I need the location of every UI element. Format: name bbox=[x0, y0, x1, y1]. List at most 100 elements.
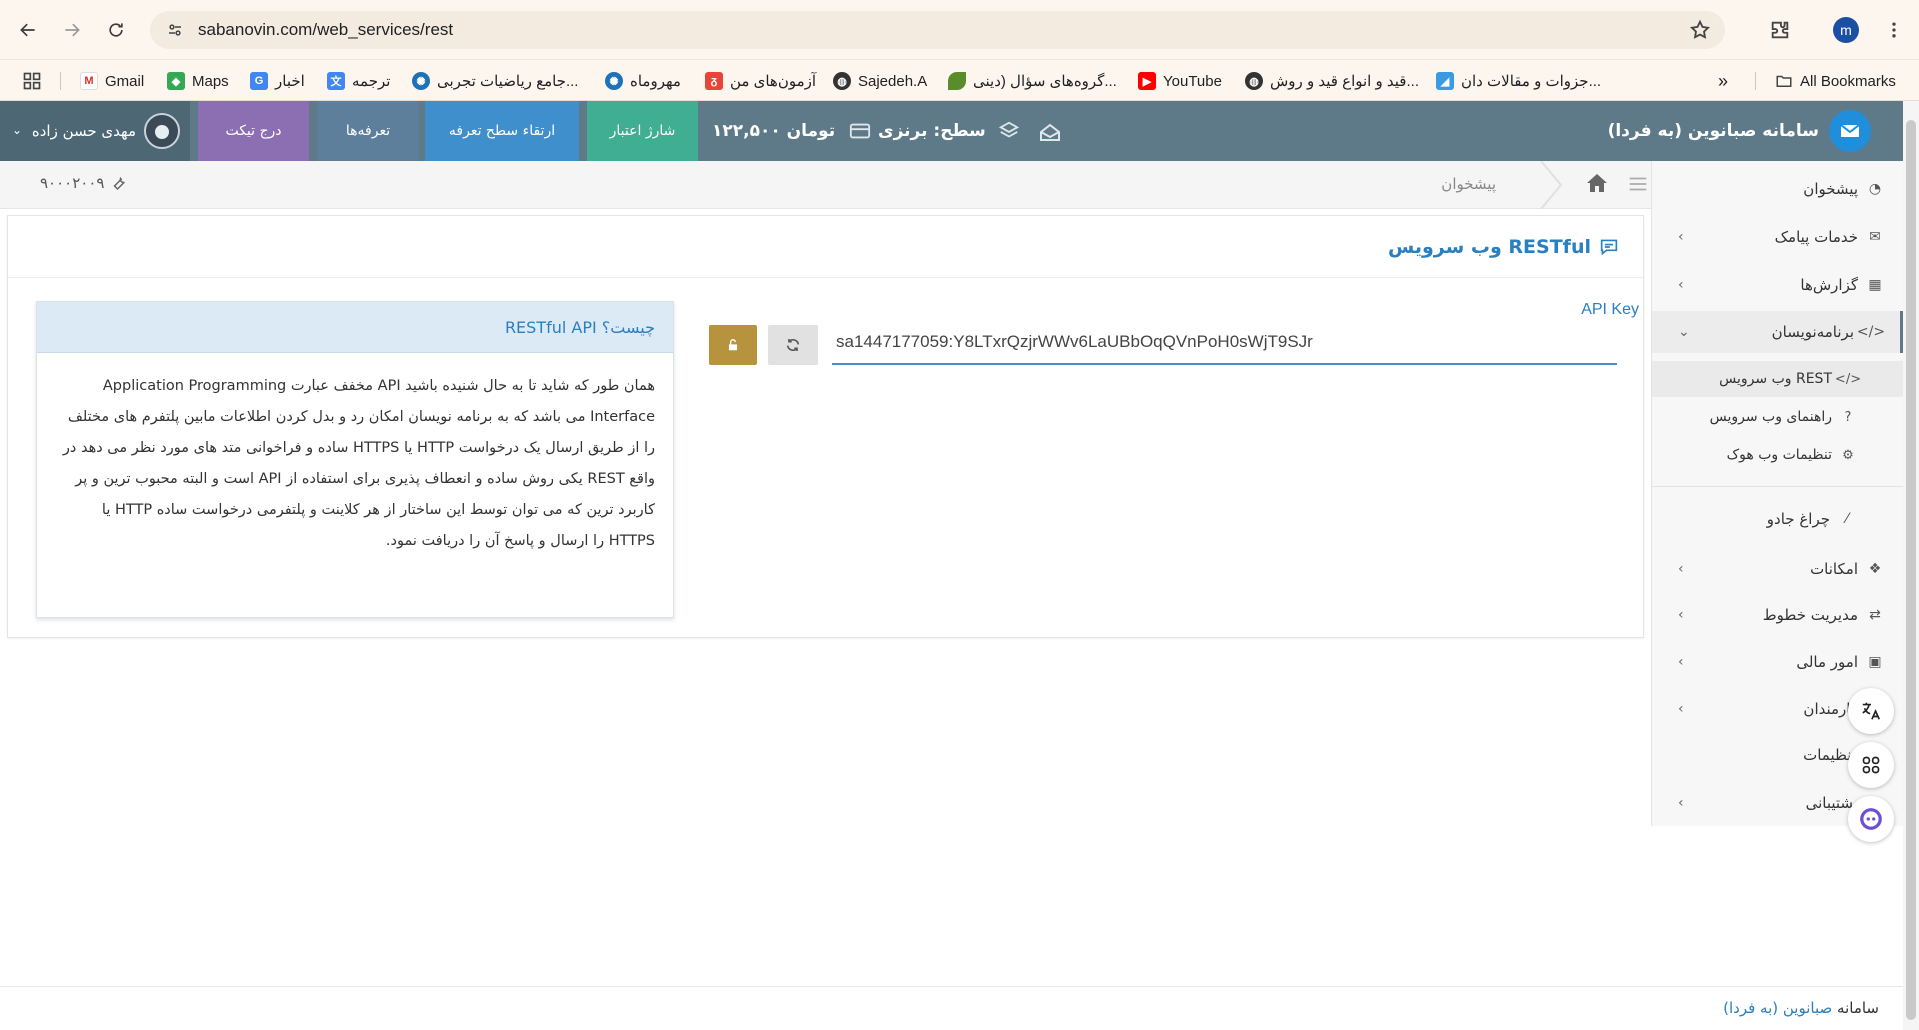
sidebar-item-label: امور مالی bbox=[1796, 653, 1858, 671]
apps-grid-icon[interactable] bbox=[22, 69, 42, 93]
apps-float-icon[interactable] bbox=[1848, 742, 1894, 788]
chevron-left-icon: ‹ bbox=[1678, 561, 1684, 577]
sidebar-item-label: امکانات bbox=[1810, 560, 1858, 578]
bookmark-mehromah[interactable]: ✺ مهروماه bbox=[605, 69, 681, 93]
more-bookmarks-icon[interactable]: » bbox=[1718, 69, 1728, 93]
user-menu[interactable]: ⌄ مهدی حسن زاده bbox=[0, 101, 190, 161]
globe-icon: ◍ bbox=[833, 72, 851, 90]
sidebar-item-lines[interactable]: ‹ مدیریت خطوط ⇄ bbox=[1652, 595, 1904, 635]
chevron-left-icon: ‹ bbox=[1678, 701, 1684, 717]
brand-name: سامانه صبانوین (به فردا) bbox=[1607, 121, 1819, 141]
news-icon: G bbox=[250, 72, 268, 90]
breadcrumb-current[interactable]: پیشخوان bbox=[1441, 175, 1496, 193]
footer-link[interactable]: صبانوین (به فردا) bbox=[1723, 999, 1832, 1017]
sidebar-subitem-rest[interactable]: وب سرویس REST </> bbox=[1652, 361, 1904, 397]
question-icon: ? bbox=[1844, 409, 1852, 425]
api-key-field[interactable] bbox=[832, 321, 1617, 365]
gauge-icon: ◔ bbox=[1868, 181, 1882, 197]
bookmark-label: مهروماه bbox=[630, 73, 681, 90]
sidebar-item-sms-services[interactable]: ‹ خدمات پیامک ✉ bbox=[1652, 217, 1904, 257]
app-header: ⌄ مهدی حسن زاده درج تیکت تعرفه‌ها ارتقاء… bbox=[0, 101, 1919, 161]
site-info-icon[interactable] bbox=[164, 19, 186, 41]
bookmark-label: Gmail bbox=[105, 72, 145, 90]
bookmark-label: اخبار bbox=[275, 73, 305, 90]
balance-text: ۱۲۲,۵۰۰ تومان bbox=[712, 121, 836, 141]
back-icon[interactable] bbox=[12, 14, 44, 46]
chevron-left-icon: ‹ bbox=[1678, 607, 1684, 623]
extensions-icon[interactable] bbox=[1766, 16, 1794, 44]
all-bookmarks[interactable]: All Bookmarks bbox=[1775, 69, 1896, 93]
bookmark-label: آزمون‌های من bbox=[730, 73, 817, 90]
bookmark-news[interactable]: G اخبار bbox=[250, 69, 305, 93]
chevron-left-icon: ‹ bbox=[1678, 277, 1684, 293]
assistant-float-icon[interactable] bbox=[1848, 796, 1894, 842]
bookmark-label: Sajedeh.A bbox=[858, 72, 928, 90]
exchange-icon: ⇄ bbox=[1869, 607, 1881, 623]
bookmark-label: گروه‌های سؤال (دینی... bbox=[973, 73, 1117, 90]
profile-avatar[interactable]: m bbox=[1833, 17, 1859, 43]
sidebar-item-features[interactable]: ‹ امکانات ❖ bbox=[1652, 549, 1904, 589]
inbox-icon[interactable] bbox=[1038, 120, 1062, 148]
forward-icon[interactable] bbox=[56, 14, 88, 46]
gmail-icon: M bbox=[80, 72, 98, 90]
bookmarks-bar: M Gmail ◆ Maps G اخبار 文 ترجمه ✺ جامع ریاضیات… bbox=[0, 60, 1919, 101]
regenerate-key-button[interactable] bbox=[768, 325, 818, 365]
bookmark-label: جزوات و مقالات دان... bbox=[1461, 73, 1602, 90]
sidebar-subitem-guide[interactable]: راهنمای وب سرویس ? bbox=[1652, 399, 1904, 435]
site-icon: ✺ bbox=[412, 72, 430, 90]
bookmark-star-icon[interactable] bbox=[1689, 19, 1711, 41]
bookmark-adverbs[interactable]: ◍ قید و انواع قید و روش... bbox=[1245, 69, 1419, 93]
site-icon: ◢ bbox=[1436, 72, 1454, 90]
sidebar-item-developers[interactable]: ⌄ برنامه‌نویسان </> bbox=[1652, 311, 1904, 353]
sidebar-item-dashboard[interactable]: پیشخوان ◔ bbox=[1652, 169, 1904, 209]
sidebar-item-label: خدمات پیامک bbox=[1774, 228, 1858, 246]
globe-icon: ◍ bbox=[1245, 72, 1263, 90]
sidebar-item-label: پیشخوان bbox=[1803, 180, 1858, 198]
unlock-key-button[interactable] bbox=[709, 325, 757, 365]
sidebar-item-label: برنامه‌نویسان bbox=[1771, 323, 1854, 341]
panel-header: وب سرویس RESTful bbox=[8, 216, 1643, 278]
sidebar-subitem-webhook[interactable]: تنظیمات وب هوک ⚙ bbox=[1652, 437, 1904, 473]
translate-float-icon[interactable] bbox=[1848, 688, 1894, 734]
charge-credit-button[interactable]: شارژ اعتبار bbox=[587, 101, 698, 161]
envelope-logo-icon bbox=[1829, 110, 1871, 152]
envelope-icon: ✉ bbox=[1869, 229, 1881, 245]
sidebar-item-label: چراغ جادو bbox=[1766, 510, 1830, 528]
address-bar[interactable]: sabanovin.com/web_services/rest bbox=[150, 11, 1725, 49]
bookmark-gmail[interactable]: M Gmail bbox=[80, 69, 144, 93]
tariffs-button[interactable]: تعرفه‌ها bbox=[317, 101, 419, 161]
user-name: مهدی حسن زاده bbox=[31, 122, 136, 140]
sidebar-item-finance[interactable]: ‹ امور مالی ▣ bbox=[1652, 642, 1904, 682]
upgrade-level-button[interactable]: ارتقاء سطح تعرفه bbox=[425, 101, 579, 161]
bookmark-separator bbox=[1755, 72, 1756, 90]
bookmark-youtube[interactable]: ▶ YouTube bbox=[1138, 69, 1222, 93]
level: سطح: برنزی bbox=[878, 101, 1020, 161]
gears-icon: ⚙ bbox=[1842, 447, 1854, 463]
code-icon: </> bbox=[1856, 324, 1886, 340]
menu-dots-icon[interactable] bbox=[1880, 16, 1908, 44]
insert-ticket-button[interactable]: درج تیکت bbox=[198, 101, 309, 161]
info-card-title: RESTful API چیست؟ bbox=[37, 302, 673, 353]
bookmark-questions[interactable]: گروه‌های سؤال (دینی... bbox=[948, 69, 1117, 93]
sidebar-item-reports[interactable]: ‹ گزارش‌ها ▦ bbox=[1652, 265, 1904, 305]
maps-icon: ◆ bbox=[167, 72, 185, 90]
bookmark-sajedeh[interactable]: ◍ Sajedeh.A bbox=[833, 69, 927, 93]
line-number-text: ۹۰۰۰۲۰۰۹ bbox=[40, 174, 105, 192]
url-text[interactable]: sabanovin.com/web_services/rest bbox=[198, 20, 453, 40]
bookmark-translate[interactable]: 文 ترجمه bbox=[327, 69, 390, 93]
translate-icon: 文 bbox=[327, 72, 345, 90]
bookmark-articles[interactable]: ◢ جزوات و مقالات دان... bbox=[1436, 69, 1601, 93]
level-text: سطح: برنزی bbox=[878, 121, 986, 141]
reload-icon[interactable] bbox=[100, 14, 132, 46]
home-icon[interactable] bbox=[1585, 171, 1611, 197]
bookmark-exams[interactable]: ᵹ آزمون‌های من bbox=[705, 69, 816, 93]
bookmark-math[interactable]: ✺ جامع ریاضیات تجربی... bbox=[412, 69, 578, 93]
sidebar-item-magic-lamp[interactable]: چراغ جادو ⁄ bbox=[1652, 499, 1904, 539]
code-icon: </> bbox=[1834, 371, 1862, 387]
brand[interactable]: سامانه صبانوین (به فردا) bbox=[1608, 101, 1871, 161]
chevron-down-icon: ⌄ bbox=[12, 123, 23, 137]
scrollbar-thumb[interactable] bbox=[1906, 120, 1916, 1020]
bookmark-maps[interactable]: ◆ Maps bbox=[167, 69, 229, 93]
site-icon: ✺ bbox=[605, 72, 623, 90]
hamburger-icon[interactable] bbox=[1627, 173, 1651, 197]
